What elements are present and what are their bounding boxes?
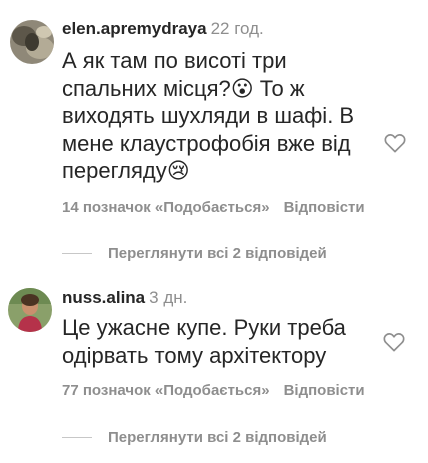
view-replies-label: Переглянути всі 2 відповідей: [108, 245, 327, 262]
comment-text-line: виходять шухляди в шафі. В: [62, 103, 355, 128]
view-replies-button[interactable]: Переглянути всі 2 відповідей: [62, 245, 327, 262]
username[interactable]: elen.apremydraya: [62, 19, 207, 38]
avatar[interactable]: [8, 288, 52, 332]
reply-button[interactable]: Відповісти: [284, 382, 365, 399]
heart-outline-icon[interactable]: [383, 332, 405, 352]
likes-count[interactable]: 77 позначок «Подобається»: [62, 382, 270, 399]
comment-text-line: одірвать тому архітектору: [62, 342, 327, 368]
avatar[interactable]: [10, 20, 54, 64]
comment-text-line: перегляду😢: [62, 158, 190, 183]
comment-meta: elen.apremydraya 22 год.: [62, 19, 264, 39]
divider-line: [62, 437, 92, 438]
comment-text-line: Це ужасне купе. Руки треба: [62, 315, 346, 340]
timestamp: 3 дн.: [149, 288, 188, 307]
comment-text-line: спальних місця?😮 То ж: [62, 75, 305, 101]
reply-button[interactable]: Відповісти: [284, 199, 365, 216]
comment-text-line: мене клаустрофобія вже від: [62, 130, 351, 156]
comment-actions: 14 позначок «Подобається» Відповісти: [62, 199, 365, 216]
likes-count[interactable]: 14 позначок «Подобається»: [62, 199, 270, 216]
comment-text: Це ужасне купе. Руки треба одірвать тому…: [62, 314, 372, 369]
divider-line: [62, 253, 92, 254]
view-replies-label: Переглянути всі 2 відповідей: [108, 429, 327, 446]
view-replies-button[interactable]: Переглянути всі 2 відповідей: [62, 429, 327, 446]
comment: elen.apremydraya 22 год. А як там по висо…: [0, 0, 428, 270]
comment-actions: 77 позначок «Подобається» Відповісти: [62, 382, 365, 399]
heart-outline-icon[interactable]: [384, 133, 406, 153]
comment-text-line: А як там по висоті три: [62, 48, 287, 73]
comment-meta: nuss.alina 3 дн.: [62, 288, 187, 308]
timestamp: 22 год.: [210, 19, 264, 38]
comment-text: А як там по висоті три спальних місця?😮 …: [62, 47, 372, 185]
comment: nuss.alina 3 дн. Це ужасне купе. Руки тре…: [0, 270, 428, 463]
username[interactable]: nuss.alina: [62, 288, 145, 307]
